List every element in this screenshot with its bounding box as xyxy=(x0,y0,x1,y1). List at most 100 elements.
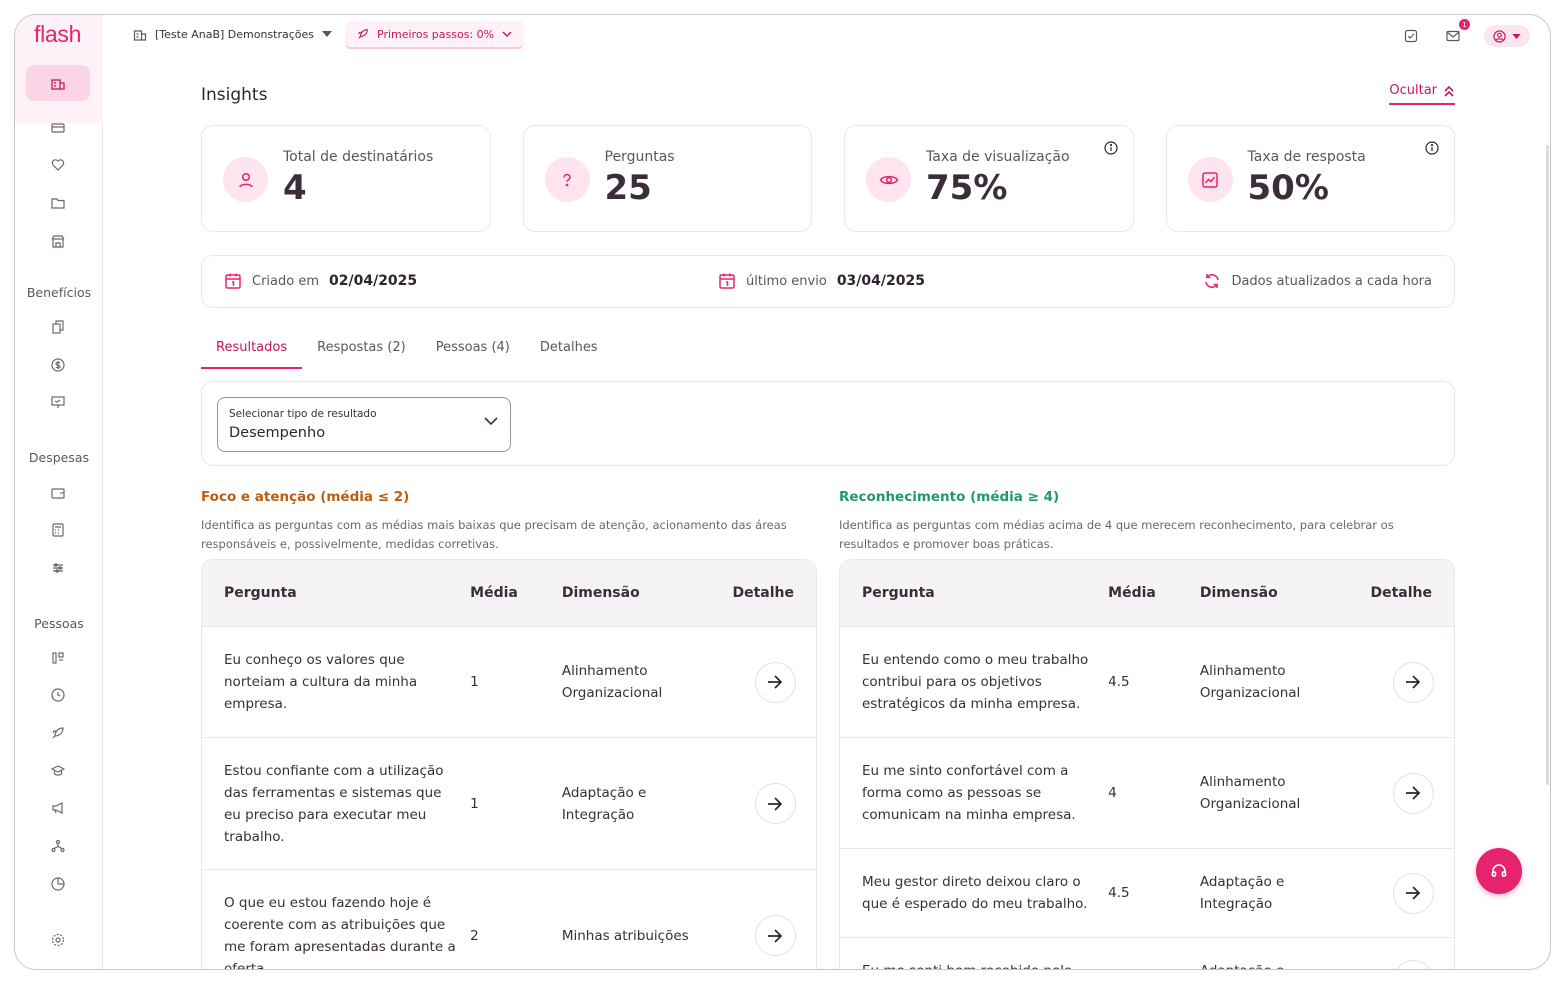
hide-insights-button[interactable]: Ocultar xyxy=(1389,83,1455,105)
recognition-description: Identifica as perguntas com médias acima… xyxy=(839,518,1394,551)
flash-logo[interactable]: flash xyxy=(34,21,81,48)
tab-details[interactable]: Detalhes xyxy=(525,335,613,369)
sidebar-item-settings[interactable] xyxy=(49,931,67,949)
caret-down-icon xyxy=(1512,33,1521,39)
folder-icon xyxy=(51,198,65,209)
sidebar-section-expenses: Despesas xyxy=(28,450,90,465)
filter-panel: Selecionar tipo de resultado Desempenho xyxy=(201,381,1455,466)
refresh-icon xyxy=(1205,273,1220,289)
detail-button[interactable] xyxy=(1392,872,1434,914)
user-avatar-icon xyxy=(1493,29,1506,43)
detail-button[interactable] xyxy=(754,661,796,703)
table-header: Pergunta Média Dimensão Detalhe xyxy=(202,560,816,627)
created-label: Criado em xyxy=(252,273,319,289)
sidebar-item-presentation[interactable] xyxy=(49,393,67,411)
detail-button[interactable] xyxy=(1392,661,1434,703)
sidebar-item-calculator[interactable] xyxy=(49,521,67,539)
sidebar-item-folder[interactable] xyxy=(49,194,67,212)
detail-button[interactable] xyxy=(754,915,796,956)
stat-card-response-rate: Taxa de resposta 50% xyxy=(1165,125,1455,232)
sidebar-item-money[interactable] xyxy=(49,356,67,374)
calendar-icon xyxy=(719,273,735,289)
sidebar-item-clock[interactable] xyxy=(49,686,67,704)
table-row: Eu me senti bem recebido pelo Adaptação … xyxy=(840,938,1454,969)
page-scrollbar[interactable] xyxy=(1546,145,1549,785)
recognition-title: Reconhecimento (média ≥ 4) xyxy=(839,489,1060,505)
stat-value: 75% xyxy=(926,168,1008,208)
row-question: Eu entendo como o meu trabalho contribui… xyxy=(862,652,1089,712)
info-icon[interactable] xyxy=(1103,141,1118,155)
sidebar-item-rocket[interactable] xyxy=(49,724,67,742)
user-menu[interactable] xyxy=(1484,25,1530,47)
tab-people[interactable]: Pessoas (4) xyxy=(421,335,525,369)
last-sent-date: último envio 03/04/2025 xyxy=(718,272,925,290)
sidebar: flash Benefícios Despesas Pessoas xyxy=(15,15,103,969)
stat-cards: Total de destinatários 4 Perguntas 25 Ta… xyxy=(201,125,1455,232)
row-detail-cell xyxy=(1355,960,1454,969)
result-type-select[interactable]: Selecionar tipo de resultado Desempenho xyxy=(217,397,511,452)
dollar-icon xyxy=(51,358,65,372)
home-icon xyxy=(51,79,65,90)
row-average: 4 xyxy=(1108,785,1117,801)
table-row: Eu conheço os valores que norteiam a cul… xyxy=(202,627,816,738)
row-question: Eu conheço os valores que norteiam a cul… xyxy=(224,652,418,712)
detail-button[interactable] xyxy=(754,783,796,824)
hierarchy-icon xyxy=(51,839,65,853)
support-chat-button[interactable] xyxy=(1476,848,1522,894)
tab-results[interactable]: Resultados xyxy=(201,335,303,369)
refresh-note-text: Dados atualizados a cada hora xyxy=(1231,273,1432,289)
row-dimension: Minhas atribuições xyxy=(561,927,689,944)
building-icon xyxy=(133,30,147,41)
row-dimension: Adaptação e xyxy=(1200,960,1355,969)
sidebar-item-benefits-cards[interactable] xyxy=(49,318,67,336)
row-average: 4.5 xyxy=(1108,885,1130,901)
arrow-right-icon xyxy=(768,928,783,943)
sidebar-item-hierarchy[interactable] xyxy=(49,837,67,855)
sidebar-item-org[interactable] xyxy=(49,649,67,667)
info-icon[interactable] xyxy=(1425,141,1439,155)
focus-table: Pergunta Média Dimensão Detalhe Eu conhe… xyxy=(201,559,817,969)
sidebar-item-store[interactable] xyxy=(49,232,67,250)
row-detail-cell xyxy=(717,915,816,956)
row-detail-cell xyxy=(1355,872,1454,914)
dates-bar: Criado em 02/04/2025 último envio 03/04/… xyxy=(201,255,1455,308)
sidebar-item-settings-sliders[interactable] xyxy=(49,559,67,577)
app-window: flash Benefícios Despesas Pessoas [Teste… xyxy=(14,14,1551,970)
row-dimension: Adaptação e Integração xyxy=(1199,874,1285,912)
row-detail-cell xyxy=(717,783,816,824)
sidebar-item-pie-chart[interactable] xyxy=(49,875,67,893)
calendar-icon xyxy=(225,273,241,289)
refresh-note: Dados atualizados a cada hora xyxy=(1203,272,1432,290)
sidebar-item-megaphone[interactable] xyxy=(49,799,67,817)
stat-label: Perguntas xyxy=(604,149,675,165)
hide-label: Ocultar xyxy=(1389,83,1437,98)
recognition-section: Reconhecimento (média ≥ 4) Identifica as… xyxy=(839,489,1455,553)
row-average: 2 xyxy=(470,927,479,944)
sidebar-item-home[interactable] xyxy=(26,65,90,101)
sidebar-item-graduation[interactable] xyxy=(49,762,67,780)
tab-responses[interactable]: Respostas (2) xyxy=(302,335,421,369)
person-icon xyxy=(223,157,268,202)
detail-button[interactable] xyxy=(1392,772,1434,814)
calculator-icon xyxy=(52,523,64,537)
graduation-cap-icon xyxy=(51,765,65,776)
table-row: Meu gestor direto deixou claro o que é e… xyxy=(840,849,1454,938)
sidebar-item-health[interactable] xyxy=(49,156,67,174)
row-average: 4.5 xyxy=(1108,674,1130,690)
heart-icon xyxy=(51,159,65,171)
gear-icon xyxy=(51,933,65,947)
row-detail-cell xyxy=(1355,772,1454,814)
table-row: O que eu estou fazendo hoje é coerente c… xyxy=(202,870,816,969)
eye-icon xyxy=(866,157,911,202)
sidebar-item-card[interactable] xyxy=(49,119,67,137)
recognition-table: Pergunta Média Dimensão Detalhe Eu enten… xyxy=(839,559,1455,969)
result-type-value: Desempenho xyxy=(229,425,326,441)
stat-label: Taxa de resposta xyxy=(1247,149,1366,165)
sliders-icon xyxy=(53,563,63,573)
header-average: Média xyxy=(1108,585,1156,601)
sidebar-item-wallet[interactable] xyxy=(49,484,67,502)
stat-value: 25 xyxy=(604,168,652,208)
table-header: Pergunta Média Dimensão Detalhe xyxy=(840,560,1454,627)
header-dimension: Dimensão xyxy=(561,585,640,601)
detail-button[interactable] xyxy=(1392,960,1434,969)
